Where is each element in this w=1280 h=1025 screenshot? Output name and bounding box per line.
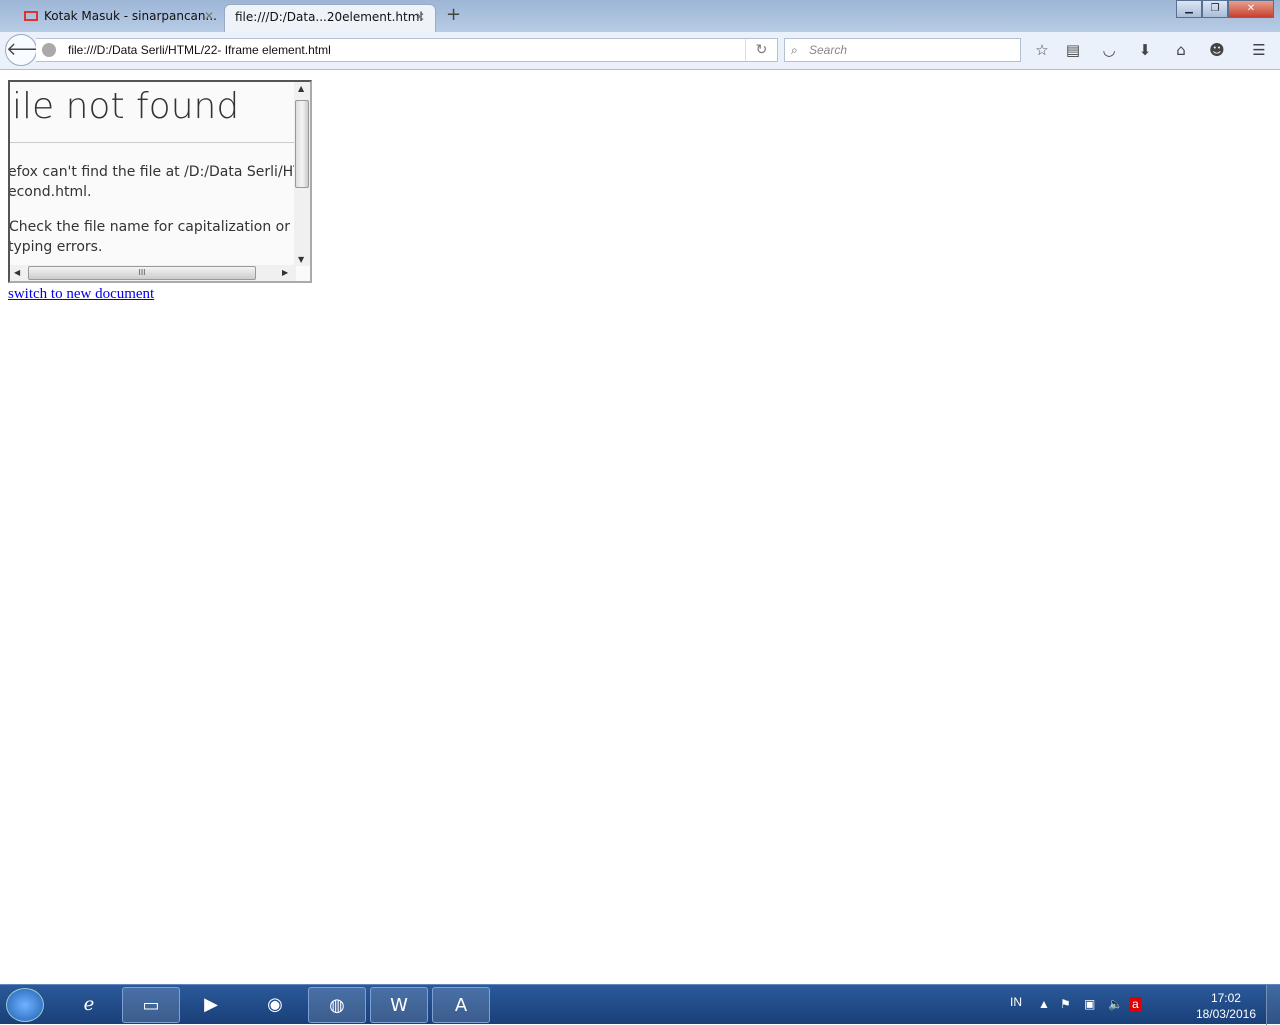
- globe-icon: [42, 43, 56, 57]
- scroll-right-icon[interactable]: ▶: [282, 268, 288, 277]
- chat-icon[interactable]: ☻: [1207, 40, 1227, 60]
- divider: [10, 142, 296, 143]
- antivirus-icon[interactable]: a: [1130, 997, 1141, 1011]
- home-icon[interactable]: ⌂: [1171, 40, 1191, 60]
- network-icon[interactable]: ▣: [1084, 997, 1095, 1011]
- taskbar: ℯ ▭ ▶ ◉ ◍ W A IN ▲ ⚑ ▣ 🔈 a 17:02 18/03/20…: [0, 984, 1280, 1025]
- reload-icon[interactable]: ↻: [745, 39, 777, 61]
- error-text-line: econd.html.: [10, 184, 92, 200]
- error-text-line: Check the file name for capitalization o…: [10, 219, 296, 235]
- new-tab-button[interactable]: +: [446, 4, 461, 25]
- tab-gmail[interactable]: Kotak Masuk - sinarpancan... ✕: [14, 4, 224, 32]
- close-tab-icon[interactable]: ✕: [415, 5, 425, 29]
- horizontal-scroll-thumb[interactable]: III: [28, 266, 256, 280]
- error-text-line: efox can't find the file at /D:/Data Ser…: [10, 164, 296, 180]
- vertical-scroll-thumb[interactable]: [295, 100, 309, 188]
- volume-icon[interactable]: 🔈: [1108, 997, 1123, 1011]
- ie-icon[interactable]: ℯ: [60, 987, 118, 1023]
- download-icon[interactable]: ⬇: [1135, 40, 1155, 60]
- close-window-button[interactable]: ✕: [1228, 0, 1274, 18]
- bookmark-star-icon[interactable]: ☆: [1032, 40, 1052, 60]
- show-desktop-button[interactable]: [1266, 985, 1280, 1025]
- start-button[interactable]: [6, 988, 44, 1022]
- iframe-content: ile not found efox can't find the file a…: [10, 82, 296, 266]
- firefox-icon[interactable]: ◍: [308, 987, 366, 1023]
- search-input[interactable]: ⌕ Search: [784, 38, 1021, 62]
- scroll-up-icon[interactable]: ▲: [298, 84, 304, 93]
- media-player-icon[interactable]: ▶: [182, 987, 240, 1023]
- chrome-icon[interactable]: ◉: [246, 987, 304, 1023]
- gmail-icon: [24, 11, 38, 21]
- error-title: ile not found: [12, 86, 240, 127]
- horizontal-scrollbar[interactable]: ◀ III ▶: [10, 265, 296, 281]
- tab-strip: Kotak Masuk - sinarpancan... ✕ file:///D:…: [0, 0, 1280, 32]
- scroll-left-icon[interactable]: ◀: [14, 268, 20, 277]
- nav-bar: 🡐 file:///D:/Data Serli/HTML/22- Iframe …: [0, 32, 1280, 70]
- tab-label: file:///D:/Data...20element.html: [235, 10, 423, 24]
- system-tray: IN ▲ ⚑ ▣ 🔈 a 17:02 18/03/2016: [984, 985, 1264, 1025]
- tab-iframe[interactable]: file:///D:/Data...20element.html ✕: [224, 4, 436, 32]
- show-hidden-icons[interactable]: ▲: [1038, 997, 1050, 1011]
- vertical-scrollbar[interactable]: ▲ ▼: [294, 82, 310, 266]
- error-text-line: typing errors.: [10, 239, 103, 255]
- close-tab-icon[interactable]: ✕: [204, 4, 214, 28]
- menu-icon[interactable]: ☰: [1249, 40, 1269, 60]
- scroll-down-icon[interactable]: ▼: [298, 255, 304, 264]
- document-icon[interactable]: A: [432, 987, 490, 1023]
- search-icon: ⌕: [791, 43, 798, 57]
- reading-list-icon[interactable]: ▤: [1063, 40, 1083, 60]
- explorer-icon[interactable]: ▭: [122, 987, 180, 1023]
- back-button[interactable]: 🡐: [5, 34, 54, 66]
- restore-button[interactable]: ❐: [1202, 0, 1228, 18]
- language-indicator[interactable]: IN: [1010, 995, 1022, 1009]
- tab-label: Kotak Masuk - sinarpancan...: [44, 9, 217, 23]
- url-bar[interactable]: file:///D:/Data Serli/HTML/22- Iframe el…: [36, 38, 778, 62]
- word-icon[interactable]: W: [370, 987, 428, 1023]
- clock[interactable]: 17:02 18/03/2016: [1196, 990, 1256, 1022]
- url-text[interactable]: file:///D:/Data Serli/HTML/22- Iframe el…: [68, 39, 331, 61]
- minimize-button[interactable]: ▁: [1176, 0, 1202, 18]
- action-center-icon[interactable]: ⚑: [1060, 997, 1071, 1011]
- switch-document-link[interactable]: switch to new document: [8, 286, 154, 303]
- pocket-icon[interactable]: ◡: [1099, 40, 1119, 60]
- iframe[interactable]: ile not found efox can't find the file a…: [8, 80, 312, 283]
